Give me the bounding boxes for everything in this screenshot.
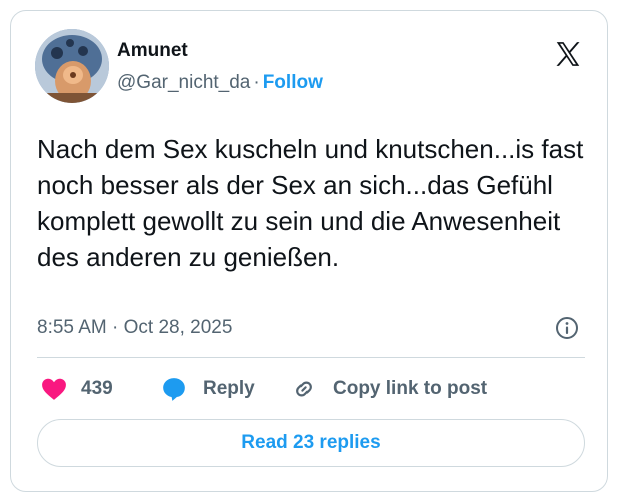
reply-button[interactable]: Reply <box>161 375 255 403</box>
date-separator: · <box>112 317 119 338</box>
post-timestamp[interactable]: 8:55 AM · Oct 28, 2025 <box>37 316 232 340</box>
reply-label: Reply <box>203 378 255 399</box>
heart-icon <box>42 378 66 400</box>
post-date: Oct 28, 2025 <box>123 317 233 338</box>
post-text: Nach dem Sex kuscheln und knutschen...is… <box>37 134 584 272</box>
copy-link-button[interactable]: Copy link to post <box>291 375 487 403</box>
link-icon <box>296 381 312 397</box>
follow-button[interactable]: Follow <box>263 72 323 93</box>
info-icon[interactable] <box>555 316 579 340</box>
handle-separator: · <box>253 72 260 93</box>
avatar-image <box>35 29 109 103</box>
post-time: 8:55 AM <box>37 317 107 338</box>
x-logo-icon[interactable] <box>553 39 583 69</box>
copy-link-label: Copy link to post <box>333 378 488 399</box>
read-replies-button[interactable]: Read 23 replies <box>37 419 585 467</box>
author-handle[interactable]: @Gar_nicht_da <box>117 72 250 93</box>
embedded-post-card: Amunet @Gar_nicht_da · Follow Nach dem Sex… <box>10 10 608 492</box>
divider <box>37 357 585 358</box>
avatar[interactable] <box>35 29 109 103</box>
like-count: 439 <box>81 378 113 399</box>
like-button[interactable]: 439 <box>41 375 113 403</box>
speech-bubble-icon <box>163 378 185 401</box>
author-handle-row: @Gar_nicht_da · Follow <box>117 71 323 95</box>
author-name[interactable]: Amunet <box>117 39 188 63</box>
